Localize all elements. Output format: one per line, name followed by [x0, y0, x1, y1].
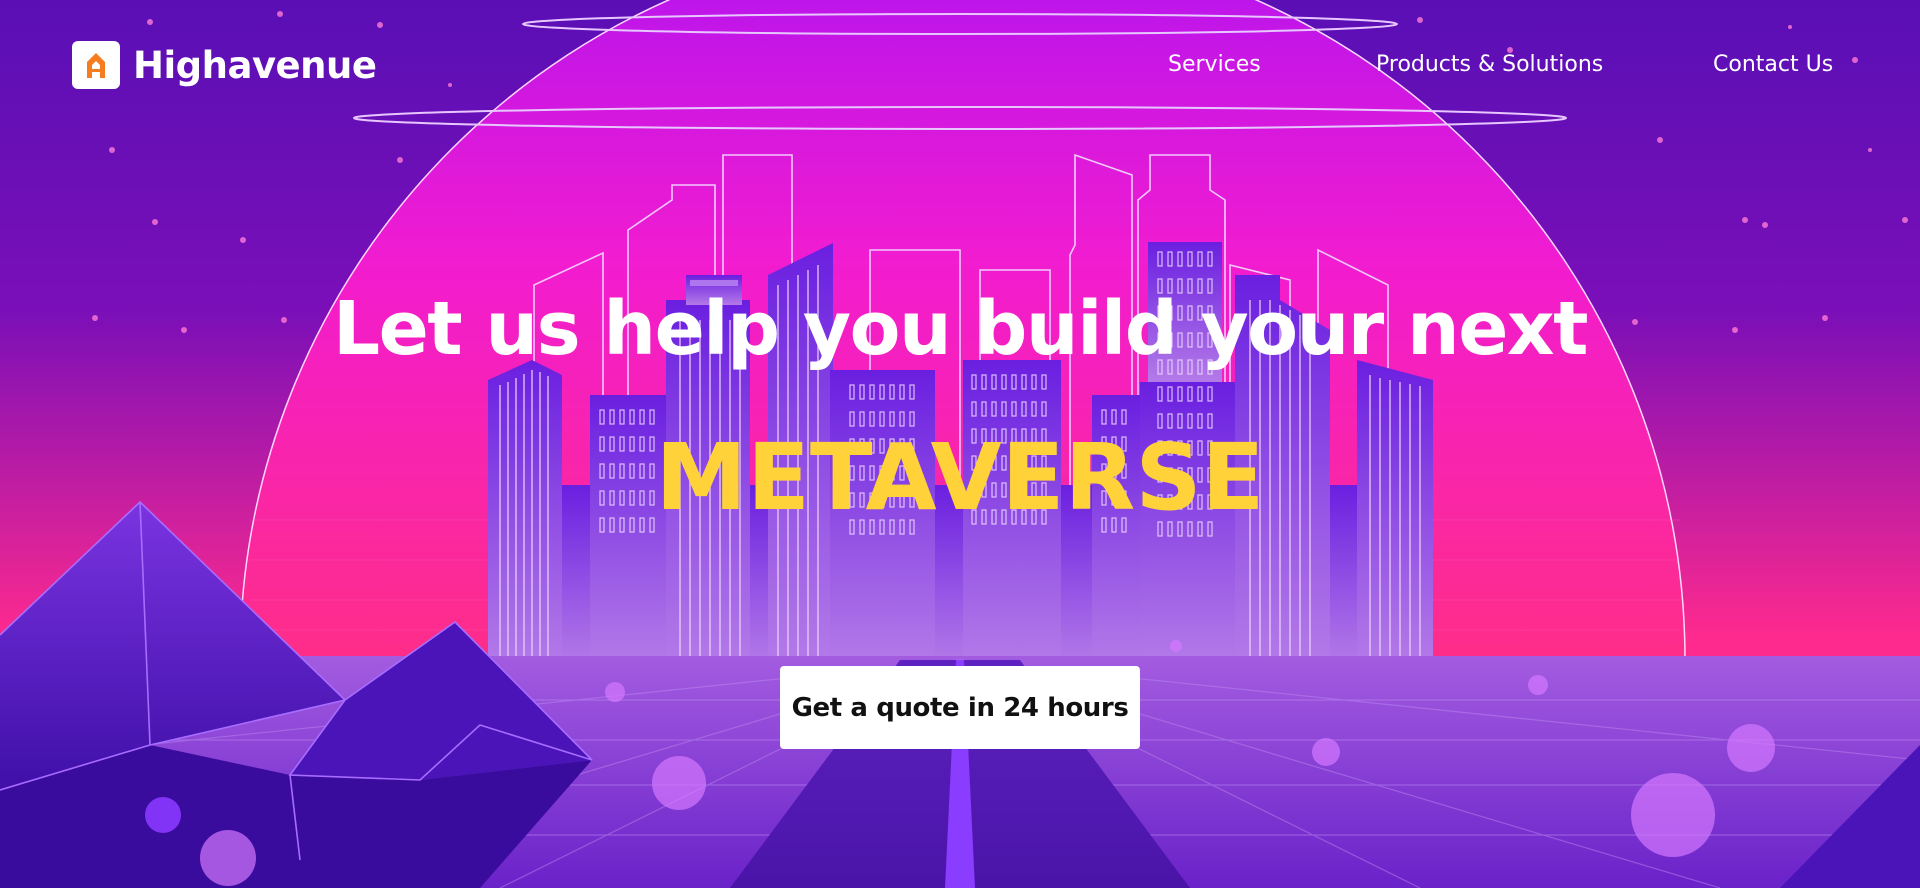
- hero-highlight-word: METAVERSE: [655, 424, 1265, 531]
- nav-products-solutions[interactable]: Products & Solutions: [1376, 52, 1603, 77]
- nav-services[interactable]: Services: [1168, 52, 1261, 77]
- site-header: Highavenue Services Products & Solutions…: [0, 0, 1920, 130]
- nav-contact-us[interactable]: Contact Us: [1713, 52, 1833, 77]
- hero-headline: Let us help you build your next: [332, 286, 1589, 372]
- get-quote-button[interactable]: Get a quote in 24 hours: [780, 666, 1140, 749]
- brand-name: Highavenue: [133, 43, 377, 87]
- brand-logo[interactable]: Highavenue: [72, 41, 377, 89]
- highavenue-logo-icon: [72, 41, 120, 89]
